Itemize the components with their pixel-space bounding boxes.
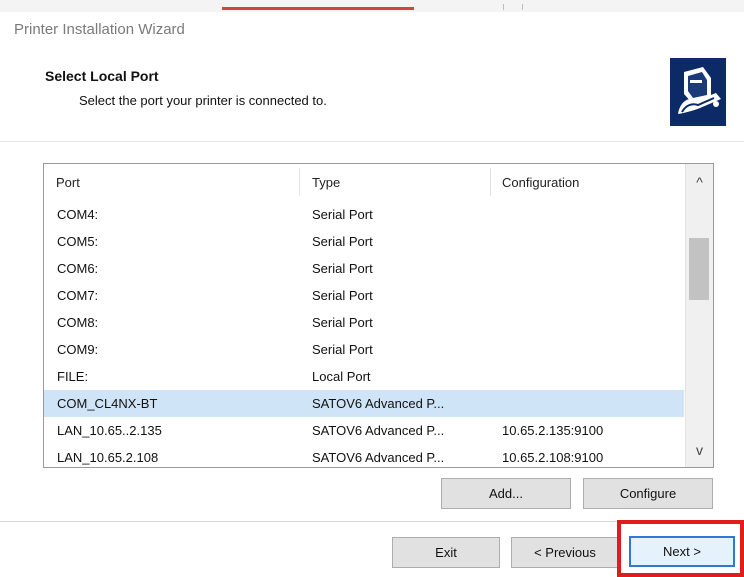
port-type: Serial Port	[312, 342, 373, 357]
page-title: Select Local Port	[45, 68, 159, 84]
port-type: SATOV6 Advanced P...	[312, 423, 445, 438]
table-row[interactable]: COM8: Serial Port	[44, 309, 684, 336]
port-name: COM5:	[57, 234, 99, 249]
vertical-scrollbar[interactable]: ^ v	[685, 164, 713, 467]
port-type: SATOV6 Advanced P...	[312, 450, 445, 465]
port-config: 10.65.2.135:9100	[502, 423, 604, 438]
port-name: FILE:	[57, 369, 89, 384]
title-bar-accent	[222, 7, 414, 10]
table-row-selected[interactable]: COM_CL4NX-BT SATOV6 Advanced P...	[44, 390, 684, 417]
title-bar-tick	[503, 4, 504, 10]
scrollbar-thumb[interactable]	[689, 238, 709, 300]
table-row[interactable]: COM7: Serial Port	[44, 282, 684, 309]
title-bar-strip	[0, 0, 744, 12]
port-type: Serial Port	[312, 207, 373, 222]
port-config: 10.65.2.108:9100	[502, 450, 604, 465]
printer-icon	[670, 58, 726, 126]
window-title: Printer Installation Wizard	[14, 21, 185, 38]
table-row[interactable]: COM6: Serial Port	[44, 255, 684, 282]
port-type: Serial Port	[312, 288, 373, 303]
table-row[interactable]: LAN_10.65..2.135 SATOV6 Advanced P... 10…	[44, 417, 684, 444]
list-header: Port Type Configuration	[44, 164, 684, 200]
port-type: Serial Port	[312, 261, 373, 276]
port-name: COM_CL4NX-BT	[57, 396, 158, 411]
column-divider[interactable]	[299, 168, 300, 196]
table-row[interactable]: COM5: Serial Port	[44, 228, 684, 255]
port-type: Serial Port	[312, 234, 373, 249]
port-rows: COM4: Serial Port COM5: Serial Port COM6…	[44, 201, 684, 467]
table-row[interactable]: LAN_10.65.2.108 SATOV6 Advanced P... 10.…	[44, 444, 684, 467]
port-name: COM6:	[57, 261, 99, 276]
title-bar-tick	[522, 4, 523, 10]
page-subtitle: Select the port your printer is connecte…	[79, 93, 327, 108]
port-name: LAN_10.65..2.135	[57, 423, 162, 438]
column-divider[interactable]	[490, 168, 491, 196]
table-row[interactable]: FILE: Local Port	[44, 363, 684, 390]
table-row[interactable]: COM9: Serial Port	[44, 336, 684, 363]
port-name: LAN_10.65.2.108	[57, 450, 159, 465]
previous-button[interactable]: < Previous	[511, 537, 619, 568]
column-header-type[interactable]: Type	[312, 175, 340, 190]
next-button[interactable]: Next >	[629, 536, 735, 567]
port-type: Local Port	[312, 369, 371, 384]
exit-button[interactable]: Exit	[392, 537, 500, 568]
table-row[interactable]: COM4: Serial Port	[44, 201, 684, 228]
port-type: SATOV6 Advanced P...	[312, 396, 445, 411]
add-button[interactable]: Add...	[441, 478, 571, 509]
port-type: Serial Port	[312, 315, 373, 330]
port-name: COM8:	[57, 315, 99, 330]
header-divider	[0, 141, 744, 142]
scroll-down-arrow-icon[interactable]: v	[686, 433, 713, 467]
scroll-up-arrow-icon[interactable]: ^	[686, 164, 713, 200]
configure-button[interactable]: Configure	[583, 478, 713, 509]
port-list[interactable]: Port Type Configuration COM4: Serial Por…	[43, 163, 714, 468]
port-name: COM9:	[57, 342, 99, 357]
column-header-port[interactable]: Port	[56, 175, 80, 190]
column-header-configuration[interactable]: Configuration	[502, 175, 579, 190]
port-name: COM4:	[57, 207, 99, 222]
port-name: COM7:	[57, 288, 99, 303]
